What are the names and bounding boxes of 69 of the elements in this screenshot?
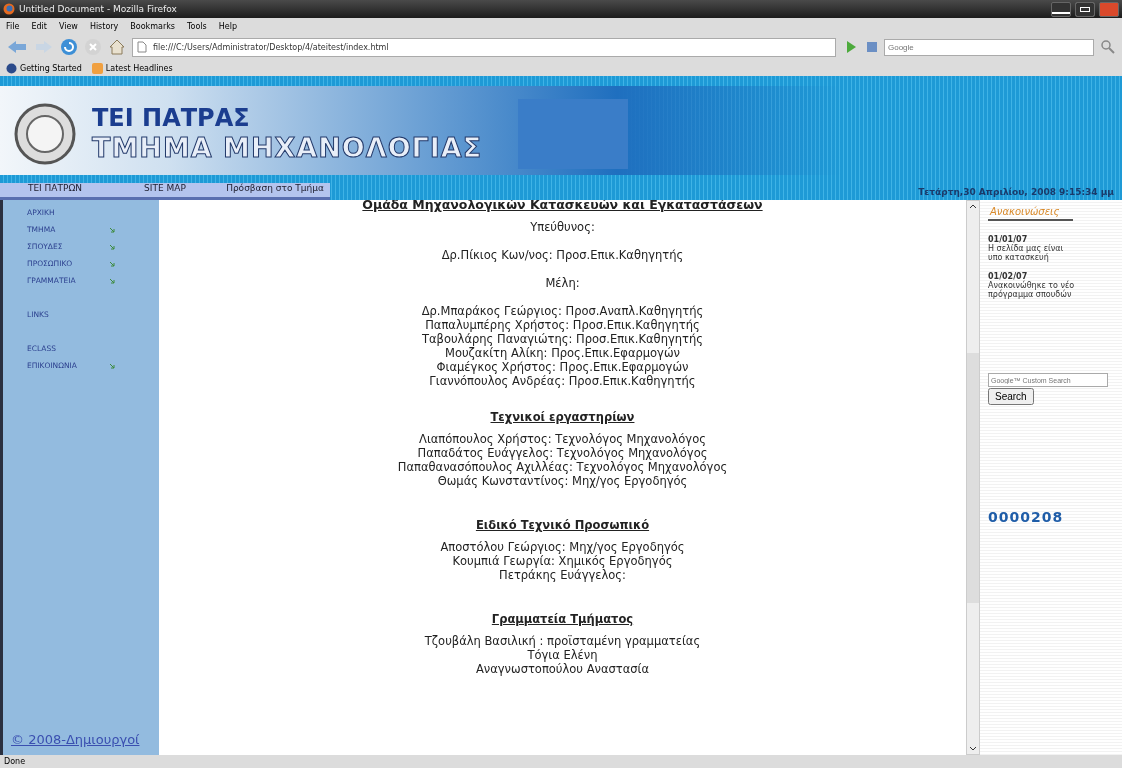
- staff-line: Κουμπιά Γεωργία: Χημικός Εργοδηγός: [452, 554, 673, 568]
- staff-line: Φιαμέγκος Χρήστος: Προς.Επικ.Εφαρμογών: [436, 360, 689, 374]
- news-text: Η σελίδα μας είναι υπο κατασκευή: [988, 244, 1065, 262]
- news-date: 01/01/07: [988, 235, 1029, 244]
- nav-tab[interactable]: Πρόσβαση στο Τμήμα: [220, 183, 330, 200]
- address-bar[interactable]: file:///C:/Users/Administrator/Desktop/4/ateitest/index.html: [132, 37, 836, 57]
- staff-line: Γιαννόπουλος Ανδρέας: Προσ.Επικ.Καθηγητής: [429, 374, 696, 388]
- menu-item[interactable]: Help: [218, 21, 237, 31]
- staff-line: Δρ.Μπαράκος Γεώργιος: Προσ.Αναπλ.Καθηγητής: [421, 304, 704, 318]
- section-heading: Τεχνικοί εργαστηρίων: [490, 410, 635, 424]
- bookmark-link[interactable]: Latest Headlines: [91, 62, 173, 74]
- staff-line: Θωμάς Κωνσταντίνος: Μηχ/γος Εργοδηγός: [437, 474, 688, 488]
- staff-line: Πετράκης Ευάγγελος:: [499, 568, 626, 582]
- staff-line: Μουζακίτη Αλίκη: Προς.Επικ.Εφαρμογών: [445, 346, 680, 360]
- back-arrow-icon[interactable]: [6, 39, 28, 55]
- staff-line: Λιαπόπουλος Χρήστος: Τεχνολόγος Μηχανολόγος: [419, 432, 706, 446]
- seal-logo-icon: [14, 102, 76, 165]
- staff-line: Παπαλυμπέρης Χρήστος: Προσ.Επικ.Καθηγητής: [425, 318, 700, 332]
- banner-subtitle: ΤΜΗΜΑ ΜΗΧΑΝΟΛΟΓΙΑΣ: [92, 132, 483, 163]
- staff-line: Παπαθανασόπουλος Αχιλλέας: Τεχνολόγος Μηχανολόγος: [397, 460, 728, 474]
- bookmark-link[interactable]: Getting Started: [6, 62, 82, 74]
- news-date: 01/02/07: [988, 272, 1028, 281]
- submenu-arrow-icon: [109, 226, 115, 233]
- menu-item[interactable]: View: [58, 21, 78, 31]
- stop-icon[interactable]: [84, 38, 102, 56]
- nav-tab[interactable]: ΤΕΙ ΠΑΤΡΩΝ: [0, 183, 110, 200]
- page-icon: [137, 41, 147, 53]
- staff-line: Τόγια Ελένη: [527, 648, 598, 662]
- banner-title: ΤΕΙ ΠΑΤΡΑΣ: [92, 104, 251, 132]
- nav-tab[interactable]: SITE MAP: [110, 183, 220, 200]
- home-icon[interactable]: [108, 38, 126, 56]
- window-title: Untitled Document - Mozilla Firefox: [19, 4, 177, 14]
- search-engine-icon[interactable]: [866, 41, 878, 53]
- staff-line: Ταβουλάρης Παναγιώτης: Προσ.Επικ.Καθηγητής: [422, 332, 703, 346]
- search-bar[interactable]: Google: [884, 38, 1094, 56]
- date-time-text: Τετάρτη,30 Απριλίου, 2008 9:15:34 μμ: [918, 186, 1115, 197]
- copyright-link[interactable]: © 2008-Δημιουργοί: [11, 732, 159, 747]
- reload-icon[interactable]: [60, 38, 78, 56]
- menu-item[interactable]: Bookmarks: [130, 21, 176, 31]
- section-heading: Ειδικό Τεχνικό Προσωπικό: [475, 518, 650, 532]
- staff-line: Υπεύθυνος:: [530, 220, 595, 234]
- staff-line: Τζουβάλη Βασιλική : προϊσταμένη γραμματείας: [424, 634, 701, 648]
- search-button[interactable]: Search: [988, 388, 1034, 405]
- status-text: Done: [4, 757, 26, 766]
- staff-line: Αποστόλου Γεώργιος: Μηχ/γος Εργοδηγός: [440, 540, 685, 554]
- menu-item[interactable]: History: [89, 21, 119, 31]
- scrollbar[interactable]: [966, 200, 980, 755]
- feed-icon: [91, 62, 103, 74]
- news-text: Ανακοινώθηκε το νέο πρόγραμμα σπουδών: [988, 281, 1076, 299]
- firefox-icon: [3, 3, 15, 15]
- submenu-arrow-icon: [109, 277, 115, 284]
- announcements-heading: Ανακοινώσεις: [988, 206, 1074, 221]
- minimize-button[interactable]: [1051, 1, 1071, 17]
- submenu-arrow-icon: [109, 243, 115, 250]
- search-icon[interactable]: [1100, 39, 1116, 55]
- menu-item[interactable]: Edit: [31, 21, 47, 31]
- staff-line: Παπαδάτος Ευάγγελος: Τεχνολόγος Μηχανολόγος: [417, 446, 708, 460]
- menu-item[interactable]: File: [6, 21, 20, 31]
- staff-line: Αναγνωστοπούλου Αναστασία: [475, 662, 650, 676]
- staff-line: Μέλη:: [545, 276, 580, 290]
- maximize-button[interactable]: [1075, 1, 1095, 17]
- visitor-counter: 0000208: [988, 509, 1064, 525]
- staff-line: Δρ.Πίκιος Κων/νος: Προσ.Επικ.Καθηγητής: [441, 248, 684, 262]
- submenu-arrow-icon: [109, 362, 115, 369]
- menu-item[interactable]: Tools: [187, 21, 207, 31]
- section-heading: Γραμματεία Τμήματος: [491, 612, 634, 626]
- submenu-arrow-icon: [109, 260, 115, 267]
- globe-icon: [6, 62, 17, 74]
- url-text: file:///C:/Users/Administrator/Desktop/4/ateitest/index.html: [153, 42, 389, 52]
